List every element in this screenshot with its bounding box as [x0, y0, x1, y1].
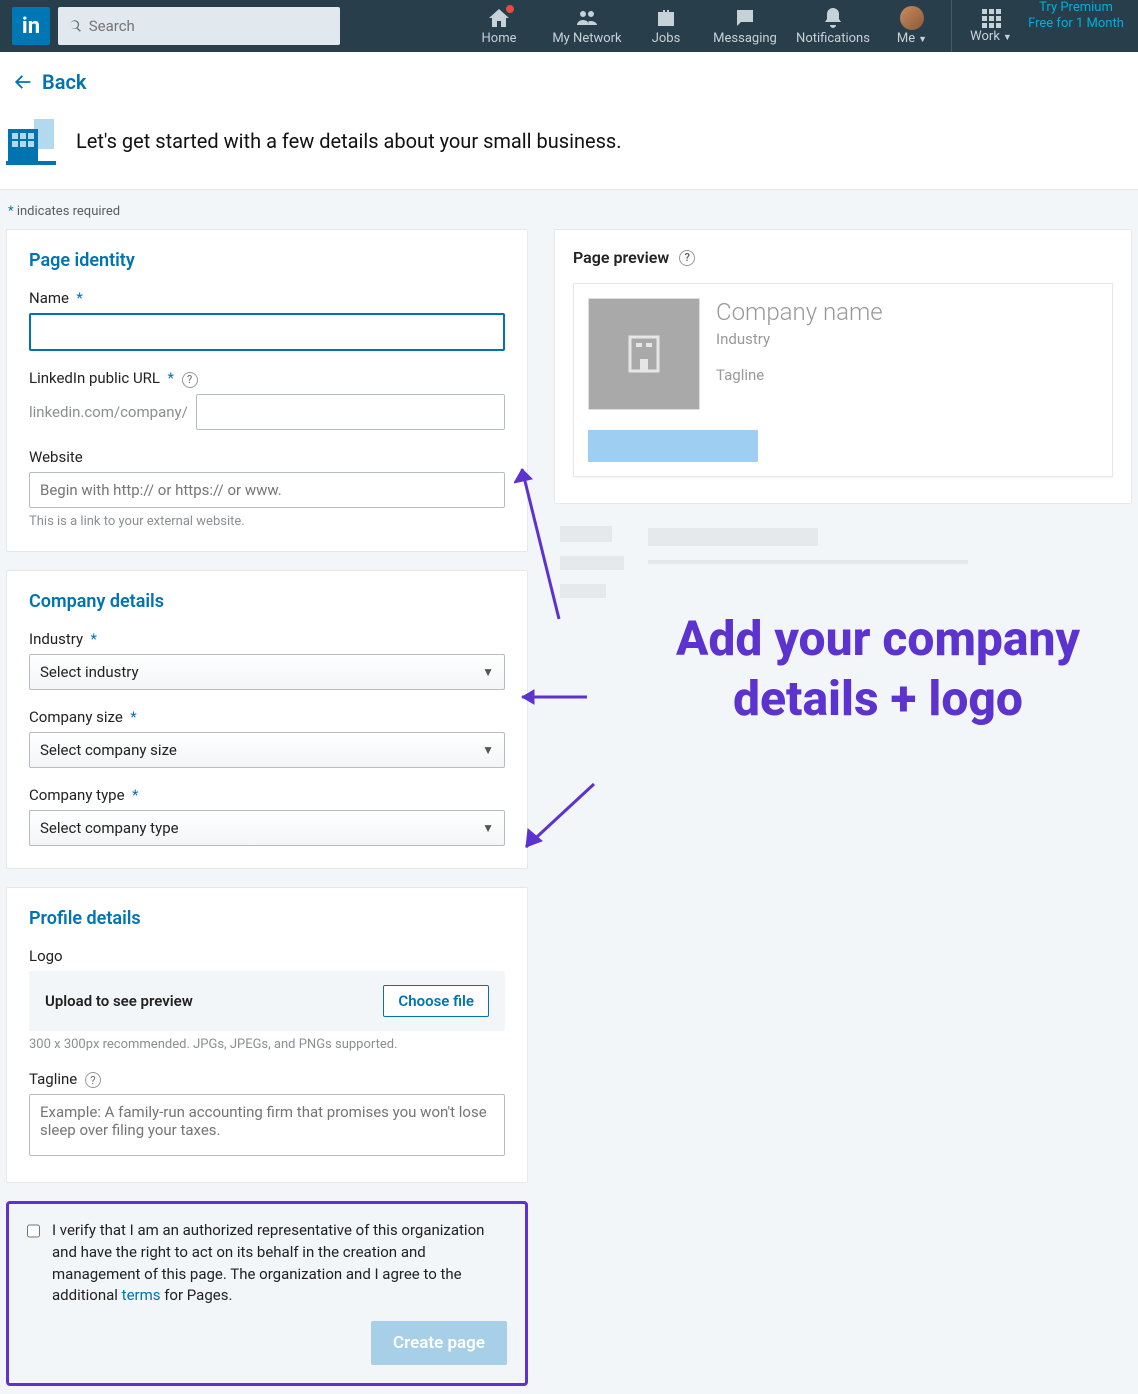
building-placeholder-icon [624, 331, 664, 377]
briefcase-icon [654, 6, 678, 30]
help-icon[interactable]: ? [85, 1072, 101, 1088]
premium-link[interactable]: Try Premium Free for 1 Month [1026, 0, 1126, 52]
industry-select[interactable]: Select industry▼ [29, 654, 505, 690]
url-label: LinkedIn public URL * ? [29, 369, 505, 388]
help-icon[interactable]: ? [182, 372, 198, 388]
nav-network[interactable]: My Network [543, 0, 631, 52]
upload-box: Upload to see preview Choose file [29, 971, 505, 1031]
annotation-arrow-3 [514, 779, 604, 859]
search-input[interactable] [89, 17, 330, 35]
hero-text: Let's get started with a few details abo… [76, 129, 622, 153]
nav-jobs[interactable]: Jobs [631, 0, 701, 52]
preview-logo-placeholder [588, 298, 700, 410]
arrow-left-icon [12, 71, 34, 93]
building-icon [6, 117, 56, 165]
bell-icon [821, 6, 845, 30]
tagline-label: Tagline ? [29, 1070, 505, 1089]
network-icon [575, 6, 599, 30]
tagline-input[interactable] [29, 1094, 505, 1156]
linkedin-logo[interactable]: in [12, 7, 50, 45]
profile-details-card: Profile details Logo Upload to see previ… [6, 887, 528, 1184]
required-note: * indicates required [0, 190, 1138, 229]
company-details-heading: Company details [29, 591, 505, 612]
chevron-down-icon: ▼ [482, 821, 494, 835]
nav-work[interactable]: Work▼ [956, 0, 1026, 52]
nav-notifications[interactable]: Notifications [789, 0, 877, 52]
nav-me[interactable]: Me▼ [877, 0, 947, 52]
message-icon [733, 6, 757, 30]
nav-home[interactable]: Home [455, 0, 543, 52]
name-label: Name * [29, 289, 505, 307]
notification-badge [505, 4, 515, 14]
preview-button-placeholder [588, 430, 758, 462]
grid-icon [982, 9, 1001, 28]
verify-card: I verify that I am an authorized represe… [6, 1201, 528, 1386]
company-details-card: Company details Industry * Select indust… [6, 570, 528, 869]
upload-text: Upload to see preview [45, 992, 193, 1010]
profile-details-heading: Profile details [29, 908, 505, 929]
annotation-arrow-1 [514, 459, 574, 629]
url-prefix: linkedin.com/company/ [29, 403, 188, 421]
top-nav: in Home My Network Jobs Messaging Notifi… [0, 0, 1138, 52]
chevron-down-icon: ▼ [482, 743, 494, 757]
type-select[interactable]: Select company type▼ [29, 810, 505, 846]
verify-checkbox[interactable] [27, 1222, 40, 1240]
website-input[interactable] [29, 472, 505, 508]
preview-industry: Industry [716, 330, 883, 348]
url-input[interactable] [196, 394, 505, 430]
logo-label: Logo [29, 947, 505, 965]
page-preview-title: Page preview ? [573, 248, 1113, 267]
website-label: Website [29, 448, 505, 466]
help-icon[interactable]: ? [679, 250, 695, 266]
website-hint: This is a link to your external website. [29, 514, 505, 529]
annotation-text: Add your company details + logo [624, 609, 1132, 729]
preview-tagline: Tagline [716, 366, 883, 384]
annotation-arrow-2 [512, 687, 592, 707]
preview-name: Company name [716, 298, 883, 326]
nav-messaging[interactable]: Messaging [701, 0, 789, 52]
terms-link[interactable]: terms [122, 1286, 161, 1304]
size-label: Company size * [29, 708, 505, 726]
size-select[interactable]: Select company size▼ [29, 732, 505, 768]
page-preview-card: Page preview ? Company name Industry Tag… [554, 229, 1132, 504]
avatar-icon [900, 6, 924, 30]
hero: Let's get started with a few details abo… [0, 109, 1138, 190]
name-input[interactable] [29, 313, 505, 351]
industry-label: Industry * [29, 630, 505, 648]
page-identity-card: Page identity Name * LinkedIn public URL… [6, 229, 528, 552]
back-link[interactable]: Back [12, 70, 86, 94]
logo-hint: 300 x 300px recommended. JPGs, JPEGs, an… [29, 1037, 505, 1052]
choose-file-button[interactable]: Choose file [383, 985, 489, 1017]
search-icon [68, 18, 83, 34]
page-identity-heading: Page identity [29, 250, 505, 271]
verify-text: I verify that I am an authorized represe… [52, 1220, 507, 1307]
preview-skeleton [554, 526, 1132, 598]
search-box[interactable] [58, 7, 340, 45]
create-page-button[interactable]: Create page [371, 1321, 507, 1365]
chevron-down-icon: ▼ [482, 665, 494, 679]
type-label: Company type * [29, 786, 505, 804]
preview-inner: Company name Industry Tagline [573, 283, 1113, 477]
